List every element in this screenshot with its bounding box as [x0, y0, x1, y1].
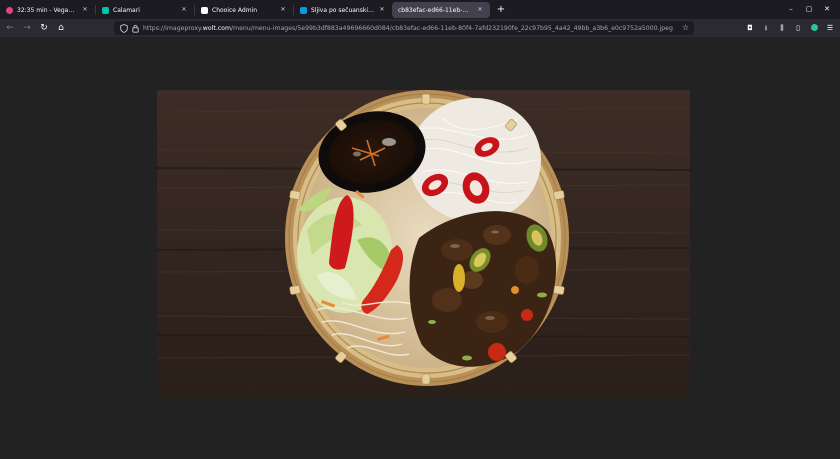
url-domain: wolt.com: [202, 24, 231, 32]
tab-favicon-icon: [6, 6, 13, 14]
tab-veganio[interactable]: 32:35 min - Veganio, Veganio ✕: [0, 2, 95, 18]
forward-button[interactable]: →: [20, 21, 34, 35]
tab-close-icon[interactable]: ✕: [81, 6, 89, 14]
lock-icon[interactable]: [131, 24, 140, 33]
tab-close-icon[interactable]: ✕: [180, 6, 188, 14]
toolbar-icons: ◘ ⭳ ⫼ ▯ ☰: [740, 21, 836, 35]
tab-image-active[interactable]: cb83efac-ed66-11eb-80f4-7afd23... ✕: [392, 2, 490, 18]
tab-favicon-icon: [300, 6, 307, 14]
new-tab-button[interactable]: +: [494, 3, 508, 17]
tab-close-icon[interactable]: ✕: [279, 6, 287, 14]
downloads-icon[interactable]: ⭳: [760, 21, 772, 35]
tab-strip: 32:35 min - Veganio, Veganio ✕ Calamari …: [0, 0, 840, 19]
shield-icon[interactable]: [119, 23, 128, 33]
menu-icon[interactable]: ☰: [824, 21, 836, 35]
bookmark-star-icon[interactable]: ☆: [682, 23, 689, 33]
library-icon[interactable]: ⫼: [776, 21, 788, 35]
url-text[interactable]: https://imageproxy.wolt.com/menu/menu-im…: [143, 25, 694, 32]
url-prefix: https://imageproxy.: [143, 24, 203, 32]
tab-title: 32:35 min - Veganio, Veganio: [17, 6, 77, 14]
tab-sljiva[interactable]: Sljiva po sečuanski 🌶🌶🌶 (1... ✕: [294, 2, 392, 18]
reload-button[interactable]: ↻: [37, 21, 51, 35]
close-window-button[interactable]: ✕: [820, 3, 834, 15]
home-button[interactable]: ⌂: [54, 21, 68, 35]
food-photo[interactable]: [157, 90, 690, 398]
tab-chooice-admin[interactable]: Chooice Admin ✕: [195, 2, 293, 18]
tab-close-icon[interactable]: ✕: [378, 6, 386, 14]
tab-title: Chooice Admin: [212, 6, 258, 14]
tab-title: cb83efac-ed66-11eb-80f4-7afd23...: [398, 6, 472, 14]
tab-calamari[interactable]: Calamari ✕: [96, 2, 194, 18]
tab-title: Sljiva po sečuanski 🌶🌶🌶 (1...: [311, 6, 374, 14]
url-path: /menu/menu-images/5e99b3df883a49696660d0…: [230, 24, 673, 32]
back-button[interactable]: ←: [3, 21, 17, 35]
tab-favicon-icon: [102, 6, 109, 14]
extension-icon[interactable]: [808, 21, 820, 35]
food-photo-drawing: [157, 90, 690, 398]
browser-window: 32:35 min - Veganio, Veganio ✕ Calamari …: [0, 0, 840, 459]
pocket-icon[interactable]: ◘: [744, 21, 756, 35]
tab-favicon-icon: [201, 6, 208, 14]
rice-noodles: [409, 98, 541, 222]
maximize-button[interactable]: ▢: [802, 3, 816, 15]
address-bar[interactable]: https://imageproxy.wolt.com/menu/menu-im…: [114, 21, 694, 35]
navigation-toolbar: ← → ↻ ⌂ https://imageproxy.wolt.com/menu…: [0, 19, 840, 37]
image-viewer: [0, 37, 840, 459]
sidebar-icon[interactable]: ▯: [792, 21, 804, 35]
minimize-button[interactable]: –: [784, 3, 798, 15]
tab-close-icon[interactable]: ✕: [476, 6, 484, 14]
tab-title: Calamari: [113, 6, 140, 14]
